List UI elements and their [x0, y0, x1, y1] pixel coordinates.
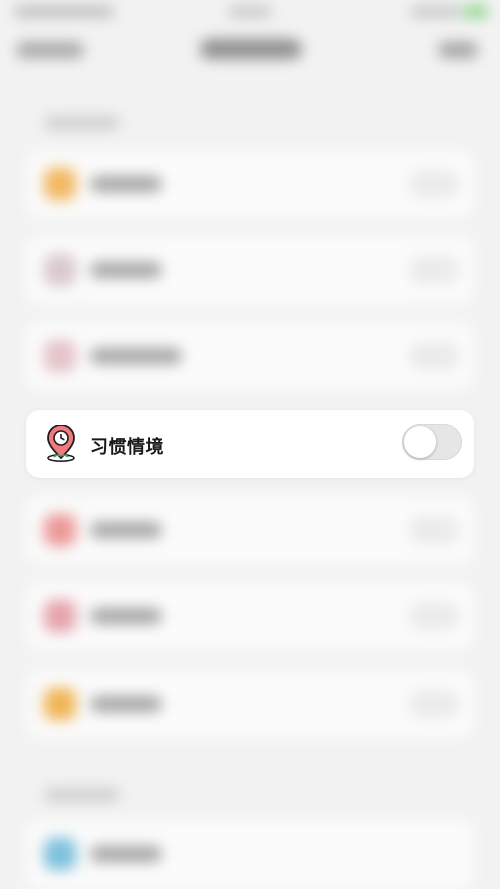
section-header [44, 116, 120, 130]
section-header [44, 788, 120, 802]
item-toggle [408, 602, 460, 630]
list-item [26, 820, 474, 888]
item-label [90, 348, 182, 364]
item-toggle [408, 690, 460, 718]
list-item [26, 496, 474, 564]
page-title [200, 39, 302, 59]
list-item [26, 236, 474, 304]
item-toggle [408, 256, 460, 284]
list-item [26, 150, 474, 218]
status-bar-time [14, 6, 114, 17]
list-item [26, 670, 474, 738]
back-button [16, 42, 84, 58]
item-label [90, 608, 162, 624]
habit-context-toggle[interactable] [402, 424, 462, 460]
item-icon [44, 838, 76, 870]
item-toggle [408, 170, 460, 198]
status-bar-center [228, 6, 272, 17]
item-toggle [408, 342, 460, 370]
list-item [26, 582, 474, 650]
battery-icon [464, 6, 488, 17]
nav-action-button [438, 42, 478, 58]
item-toggle [408, 516, 460, 544]
item-icon [44, 688, 76, 720]
status-bar-signal [410, 6, 462, 17]
item-label [90, 262, 162, 278]
item-icon [44, 340, 76, 372]
list-item [26, 322, 474, 390]
status-bar [0, 0, 500, 28]
location-pin-clock-icon [44, 424, 78, 463]
item-label [90, 846, 162, 862]
item-label [90, 696, 162, 712]
toggle-knob [404, 426, 436, 458]
habit-context-row[interactable]: 习惯情境 [26, 410, 474, 478]
item-icon [44, 168, 76, 200]
item-label [90, 522, 162, 538]
item-icon [44, 254, 76, 286]
item-icon [44, 600, 76, 632]
item-label [90, 176, 162, 192]
habit-context-label: 习惯情境 [90, 437, 164, 458]
item-icon [44, 514, 76, 546]
nav-bar [0, 28, 500, 74]
